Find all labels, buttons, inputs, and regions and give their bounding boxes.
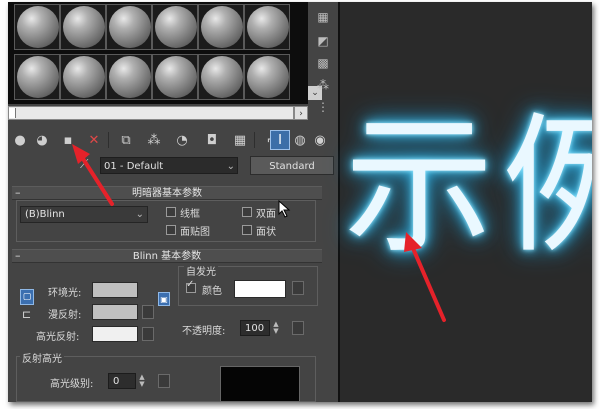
diffuse-label: 漫反射:: [48, 310, 82, 321]
specular-color-swatch[interactable]: [92, 326, 138, 342]
specular-level-label: 高光级别:: [50, 379, 94, 390]
lock-icon[interactable]: ▣: [158, 292, 170, 306]
sample-slot[interactable]: [14, 54, 60, 100]
annotation-arrow-icon: [404, 232, 446, 322]
wire-checkbox[interactable]: [166, 207, 176, 217]
rollout-title: Blinn 基本参数: [132, 251, 202, 262]
specular-level-map-button[interactable]: [158, 374, 170, 388]
material-type-button[interactable]: Standard: [250, 156, 334, 175]
sample-slot[interactable]: [198, 4, 244, 50]
checkmark-icon: ✓: [186, 279, 195, 290]
sample-slot-selected[interactable]: [244, 54, 290, 100]
specular-map-button[interactable]: [142, 327, 154, 341]
copy-material-icon[interactable]: ⧉: [116, 130, 136, 150]
show-map-icon[interactable]: ◘: [202, 130, 222, 150]
spinner-arrows-icon[interactable]: ▲ ▼: [272, 321, 280, 335]
put-to-scene-icon[interactable]: ◕: [32, 130, 52, 150]
sample-slot[interactable]: [152, 4, 198, 50]
sample-slot[interactable]: [152, 54, 198, 100]
diffuse-color-swatch[interactable]: [92, 304, 138, 320]
lock-icon[interactable]: ▢: [20, 289, 34, 305]
sample-slots-scrollbar[interactable]: [8, 106, 294, 120]
chevron-down-icon: ⌄: [135, 209, 144, 220]
specular-level-input[interactable]: 0: [108, 373, 136, 389]
chevron-down-icon[interactable]: ⌄: [227, 158, 235, 175]
options-icon[interactable]: ◉: [310, 130, 330, 150]
sample-slot[interactable]: [244, 4, 290, 50]
diffuse-map-button[interactable]: [142, 305, 154, 319]
sample-slot[interactable]: [198, 54, 244, 100]
faceted-label: 面状: [256, 227, 276, 238]
self-illum-color-label: 颜色: [202, 286, 222, 297]
backlight-icon[interactable]: ◩: [312, 32, 334, 50]
opacity-map-button[interactable]: [292, 321, 304, 335]
background-icon[interactable]: ▩: [312, 54, 334, 72]
wire-label: 线框: [180, 209, 200, 220]
highlight-curve-preview: [220, 366, 300, 402]
annotation-arrow-icon: [72, 144, 114, 206]
unique-icon[interactable]: ⁂: [144, 130, 164, 150]
mouse-cursor-icon: [278, 200, 291, 218]
material-editor-panel: ⌄ › ▦ ◩ ▩ ⁂ ⋮ ● ◕ ▪ ✕ ⧉ ⁂ ◔ ◘ ▦ ⌐ I ◍ ◉ …: [8, 2, 338, 402]
spinner-arrows-icon[interactable]: ▲ ▼: [138, 374, 146, 388]
sample-slots: [8, 2, 308, 104]
two-sided-checkbox[interactable]: [242, 207, 252, 217]
self-illumination-title: 自发光: [184, 263, 218, 278]
sample-slot[interactable]: [106, 4, 152, 50]
shader-basic-params-rollout[interactable]: – 明暗器基本参数: [12, 186, 322, 200]
sample-slot[interactable]: [14, 4, 60, 50]
blinn-basic-params-rollout[interactable]: – Blinn 基本参数: [12, 249, 322, 263]
chevron-right-icon[interactable]: ›: [294, 106, 308, 120]
link-icon[interactable]: ⊏: [22, 308, 31, 321]
ambient-color-swatch[interactable]: [92, 282, 138, 298]
rollout-title: 明暗器基本参数: [132, 188, 202, 199]
ambient-label: 环境光:: [48, 288, 82, 299]
face-map-checkbox[interactable]: [166, 225, 176, 235]
sample-uv-tiling-icon[interactable]: ⁂: [312, 76, 334, 94]
two-sided-label: 双面: [256, 209, 276, 220]
background-toggle-icon[interactable]: ◍: [290, 130, 310, 150]
specular-highlights-title: 反射高光: [20, 350, 64, 365]
opacity-input[interactable]: 100: [240, 320, 270, 336]
video-color-check-icon[interactable]: ⋮: [312, 98, 334, 116]
sample-slot[interactable]: [106, 54, 152, 100]
sample-slot[interactable]: [60, 4, 106, 50]
shader-type-value: (B)Blinn: [25, 209, 65, 220]
face-map-label: 面贴图: [180, 227, 210, 238]
self-illum-map-button[interactable]: [292, 281, 304, 295]
faceted-checkbox[interactable]: [242, 225, 252, 235]
sample-type-icon[interactable]: ▦: [312, 8, 334, 26]
get-material-icon[interactable]: ●: [10, 130, 30, 150]
opacity-label: 不透明度:: [182, 326, 226, 337]
material-name-field[interactable]: 01 - Default ⌄: [100, 157, 238, 174]
go-forward-icon[interactable]: I: [270, 130, 290, 150]
glowing-text: 示例: [344, 100, 592, 274]
self-illum-color-swatch[interactable]: [234, 280, 286, 298]
3d-viewport[interactable]: 示例: [340, 2, 592, 402]
show-end-result-icon[interactable]: ▦: [230, 130, 250, 150]
screenshot-frame: ⌄ › ▦ ◩ ▩ ⁂ ⋮ ● ◕ ▪ ✕ ⧉ ⁂ ◔ ◘ ▦ ⌐ I ◍ ◉ …: [8, 2, 592, 402]
specular-label: 高光反射:: [36, 332, 80, 343]
sample-slot[interactable]: [60, 54, 106, 100]
material-id-icon[interactable]: ◔: [172, 130, 192, 150]
